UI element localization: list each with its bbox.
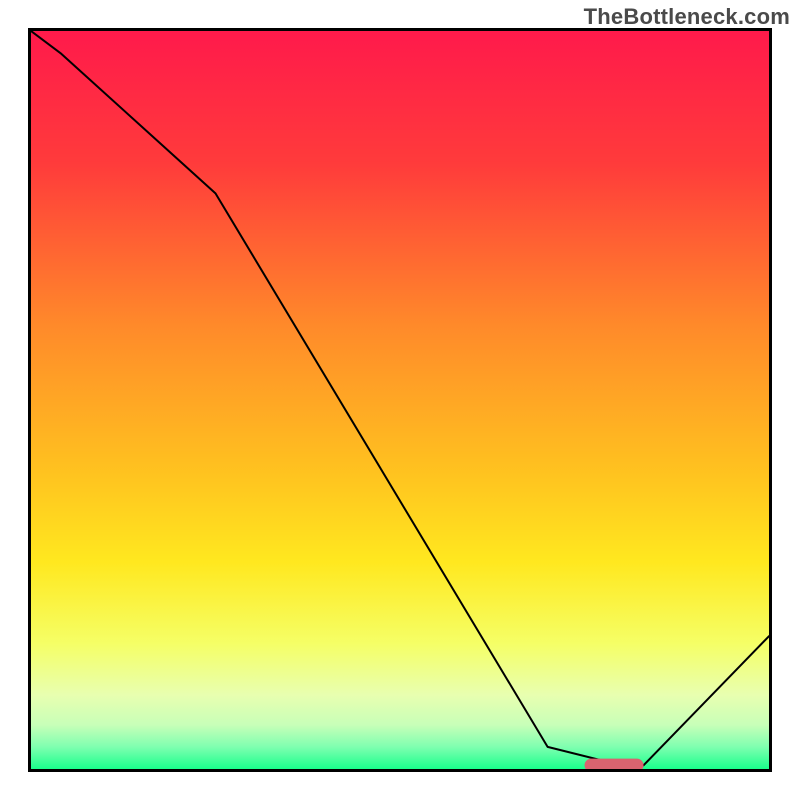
chart-frame [28, 28, 772, 772]
optimal-marker [585, 759, 644, 769]
curve-line [31, 31, 769, 765]
chart-svg [31, 31, 769, 769]
chart-container: TheBottleneck.com [0, 0, 800, 800]
watermark-label: TheBottleneck.com [584, 4, 790, 30]
